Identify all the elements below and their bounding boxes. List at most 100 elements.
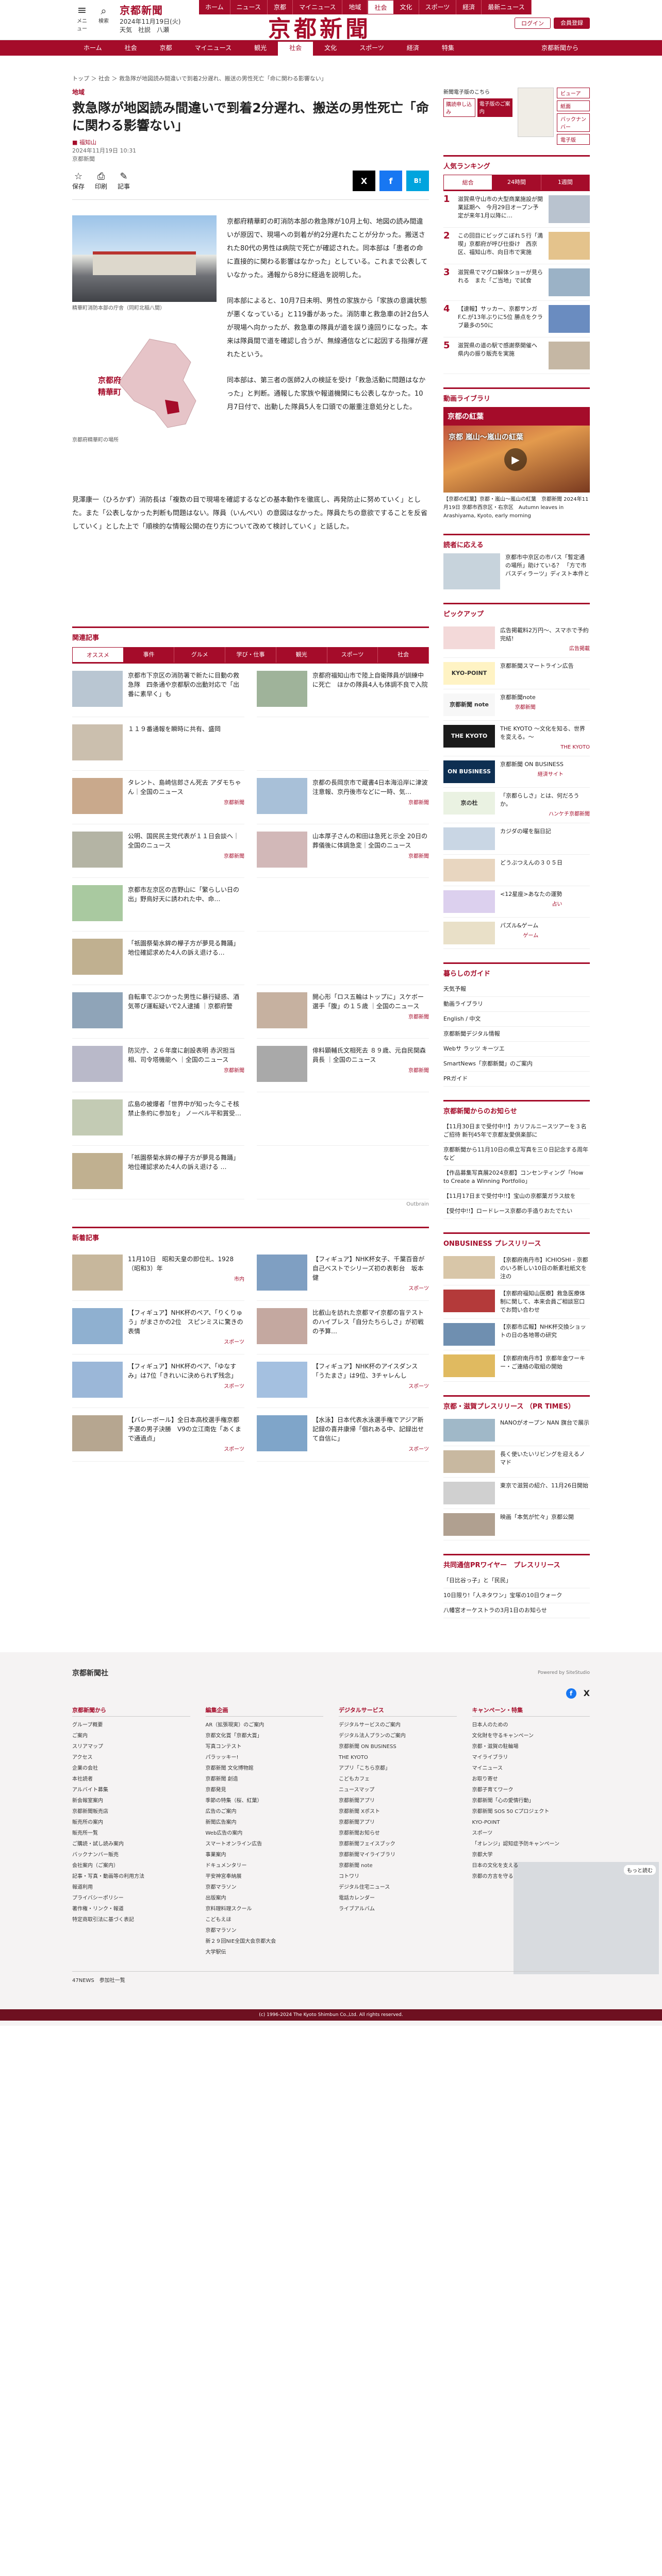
footer-link[interactable]: ライブアルバム bbox=[339, 1904, 457, 1914]
shared-news-link[interactable]: 「日比谷っ子」と「民民」 bbox=[443, 1573, 590, 1588]
footer-link[interactable]: THE KYOTO bbox=[339, 1752, 457, 1763]
video-player[interactable]: 京都 嵐山〜嵐山の紅葉 ▶ bbox=[443, 426, 590, 493]
pickup-logo[interactable]: THE KYOTO bbox=[443, 725, 495, 748]
pickup-title[interactable]: カジダの曜を脳日記 bbox=[500, 827, 551, 836]
footer-link[interactable]: 特定商取引法に基づく表記 bbox=[72, 1914, 190, 1925]
footer-link[interactable]: 販売所一覧 bbox=[72, 1828, 190, 1839]
onbiz-item-title[interactable]: 【京都府福知山医療】救急医療体制に関して、本来会員ご相談窓口でお問い合わせ bbox=[500, 1290, 590, 1314]
latest-title[interactable]: 【フィギュア】NHK杯のアイスダンス「うたまさ」は9位、3チャレんし bbox=[312, 1363, 418, 1379]
pickup-title[interactable]: 「京都らしさ」とは、何だろうか。 bbox=[500, 792, 590, 808]
latest-title[interactable]: 【フィギュア】NHK杯のペア、「りくりゅう」がまさかの2位 スピンミスに驚きの表… bbox=[128, 1309, 243, 1335]
footer-link[interactable]: 京都文化賞「京都大賞」 bbox=[206, 1731, 324, 1741]
shiga-item[interactable]: 東京で滋賀の紹介、11月26日開始 bbox=[443, 1478, 590, 1509]
footer-link[interactable]: 京都新聞 Xポスト bbox=[339, 1806, 457, 1817]
latest-thumbnail[interactable] bbox=[257, 1308, 307, 1344]
menu-button[interactable]: ≡ メニュー bbox=[75, 5, 89, 32]
pickup-logo[interactable] bbox=[443, 859, 495, 882]
footer-link[interactable]: 京料理料理スクール bbox=[206, 1904, 324, 1914]
onbiz-item-thumbnail[interactable] bbox=[443, 1256, 495, 1279]
footer-link[interactable]: 出版案内 bbox=[206, 1893, 324, 1904]
related-thumbnail[interactable] bbox=[257, 832, 307, 868]
footer-link[interactable]: Web広告の案内 bbox=[206, 1828, 324, 1839]
footer-link[interactable]: アクセス bbox=[72, 1752, 190, 1763]
related-card[interactable] bbox=[257, 1092, 429, 1146]
footer-link[interactable]: KYO-POINT bbox=[472, 1817, 590, 1828]
related-thumbnail[interactable] bbox=[72, 885, 123, 921]
latest-thumbnail[interactable] bbox=[257, 1255, 307, 1291]
top-tab[interactable]: 文化 bbox=[393, 0, 419, 14]
facebook-share-icon[interactable]: f bbox=[379, 171, 402, 191]
footer-link[interactable]: 報道利用 bbox=[72, 1882, 190, 1893]
related-title[interactable]: 京都府福知山市で陸上自衛隊員が訓練中に死亡 ほかの隊員4人も体調不良で入院 bbox=[312, 672, 428, 688]
ranking-title[interactable]: 滋賀県の道の駅で感謝祭開催へ 県内の振り販売を実施 bbox=[458, 342, 543, 369]
footer-link[interactable]: 京都新聞 note bbox=[339, 1860, 457, 1871]
pickup-item[interactable]: 京の杜 「京都らしさ」とは、何だろうか。 ハンケチ京都新聞 bbox=[443, 788, 590, 823]
related-card[interactable]: 俳料顕輔氏文相死去 ８９歳、元自民関森員長 ｜全国のニュース 京都新聞 bbox=[257, 1039, 429, 1092]
related-title[interactable]: 「祇園祭菊水鉾の欅子方が夢見る舞踊」地位確認求めた4人の訴え退ける … bbox=[128, 1154, 239, 1171]
print-button[interactable]: ⎙ 印刷 bbox=[95, 171, 107, 191]
latest-card[interactable]: 【フィギュア】NHK杯のペア、「りくりゅう」がまさかの2位 スピンミスに驚きの表… bbox=[72, 1301, 244, 1354]
latest-title[interactable]: 【フィギュア】NHK杯女子、千葉百音が自己ベストでシリーズ初の表彰台 坂本健 bbox=[312, 1256, 424, 1281]
footer-link[interactable]: パラッッキー! bbox=[206, 1752, 324, 1763]
guide-link[interactable]: English / 中文 bbox=[443, 1012, 590, 1027]
facebook-icon[interactable]: f bbox=[566, 1688, 576, 1699]
pickup-title[interactable]: <12星座>あなたの運勢 bbox=[500, 890, 562, 899]
related-thumbnail[interactable] bbox=[257, 1153, 307, 1189]
pickup-logo[interactable]: ON BUSINESS bbox=[443, 760, 495, 783]
pickup-title[interactable]: パズル&ゲーム bbox=[500, 922, 538, 930]
related-title[interactable]: 俳料顕輔氏文相死去 ８９歳、元自民関森員長 ｜全国のニュース bbox=[312, 1047, 426, 1063]
section-nav-item[interactable]: 特集 bbox=[431, 40, 466, 56]
footer-link[interactable]: こどもえほ bbox=[206, 1914, 324, 1925]
footer-link[interactable]: プライバシーポリシー bbox=[72, 1893, 190, 1904]
latest-card[interactable]: 【バレーボール】全日本高校選手権京都予選の男子決勝 V9の立江南佐「あくまで通過… bbox=[72, 1408, 244, 1462]
nav-right-link[interactable]: 京都新聞から bbox=[530, 40, 590, 56]
guide-link[interactable]: 動画ライブラリ bbox=[443, 997, 590, 1012]
hatena-share-icon[interactable]: B! bbox=[406, 171, 429, 191]
latest-title[interactable]: 比叡山を訪れた京都マイ京都の盲テストのハイブレス「自分たちらしさ」が初戦の予算… bbox=[312, 1309, 424, 1335]
shiga-item[interactable]: NANOがオープン NAN 旗台で展示 bbox=[443, 1415, 590, 1446]
shared-news-link[interactable]: 八幡宮オーケストラの3月1日のお知らせ bbox=[443, 1603, 590, 1618]
pickup-item[interactable]: <12星座>あなたの運勢 占い bbox=[443, 886, 590, 918]
subscribe-button[interactable]: 購読申し込み bbox=[443, 98, 475, 117]
latest-thumbnail[interactable] bbox=[72, 1255, 123, 1291]
footer-link[interactable]: スリアマップ bbox=[72, 1741, 190, 1752]
section-nav-item[interactable]: マイニュース bbox=[184, 40, 243, 56]
related-thumbnail[interactable] bbox=[257, 885, 307, 921]
notice-link[interactable]: 【11月17日まで受付中!!】宝山の京都葉ガラス紋を bbox=[443, 1189, 590, 1204]
related-card[interactable]: 公明、国民民主党代表が１１日会談へ｜全国のニュース 京都新聞 bbox=[72, 824, 244, 878]
related-card[interactable]: タレント、島崎信郎さん死去 アダモちゃん｜全国のニュース 京都新聞 bbox=[72, 771, 244, 824]
latest-title[interactable]: 【バレーボール】全日本高校選手権京都予選の男子決勝 V9の立江南佐「あくまで通過… bbox=[128, 1416, 241, 1442]
onbiz-item[interactable]: 【京都府南丹市】京都年金ワーキー・ご連絡の取組の開始 bbox=[443, 1350, 590, 1382]
latest-card[interactable]: 【フィギュア】NHK杯女子、千葉百音が自己ベストでシリーズ初の表彰台 坂本健 スポ… bbox=[257, 1247, 429, 1301]
footer-link[interactable]: 本社読者 bbox=[72, 1774, 190, 1785]
related-card[interactable]: 「祇園祭菊水鉾の欅子方が夢見る舞踊」地位確認求めた4人の訴え退ける … bbox=[72, 1146, 244, 1199]
pickup-title[interactable]: 広告掲載料2万円〜、スマホで予約完結! bbox=[500, 626, 590, 643]
close-ad-button[interactable]: もっと読む bbox=[624, 1865, 656, 1875]
ranking-item[interactable]: 5 滋賀県の道の駅で感謝祭開催へ 県内の振り販売を実施 bbox=[443, 337, 590, 374]
ranking-thumbnail[interactable] bbox=[549, 268, 590, 296]
footer-link[interactable]: マイニュース bbox=[472, 1763, 590, 1774]
related-title[interactable]: 開心形「ロス五輪はトップに」スケボー選手「腹」の１５歳 ｜全国のニュース bbox=[312, 993, 424, 1010]
related-card[interactable] bbox=[257, 1146, 429, 1199]
footer-link[interactable]: 京都新聞フェイスブック bbox=[339, 1839, 457, 1850]
related-thumbnail[interactable] bbox=[257, 992, 307, 1028]
paper-menu-item[interactable]: ビューア bbox=[557, 88, 590, 98]
ranking-title[interactable]: この回目にビッグこぼれ５行「満喫」京都府が呼び仕掛け 西京区、福知山市、向日市で… bbox=[458, 232, 543, 260]
related-thumbnail[interactable] bbox=[257, 1046, 307, 1082]
pickup-item[interactable]: カジダの曜を脳日記 bbox=[443, 823, 590, 855]
related-thumbnail[interactable] bbox=[72, 992, 123, 1028]
ranking-thumbnail[interactable] bbox=[549, 305, 590, 333]
related-card[interactable]: 京都市下京区の消防署で新たに目動の救急隊 四条通や京都駅の出動対応で「出番に素早… bbox=[72, 664, 244, 717]
related-tab[interactable]: 社会 bbox=[378, 647, 429, 663]
guide-link[interactable]: 天気予報 bbox=[443, 982, 590, 997]
related-thumbnail[interactable] bbox=[72, 778, 123, 814]
pickup-title[interactable]: 京都新聞note bbox=[500, 693, 536, 702]
related-title[interactable]: １１９番通報を瞬時に共有、盛岡 bbox=[128, 725, 221, 733]
related-title[interactable]: タレント、島崎信郎さん死去 アダモちゃん｜全国のニュース bbox=[128, 779, 241, 795]
site-logo[interactable]: 京都新聞 bbox=[268, 10, 371, 43]
section-nav-item[interactable]: 経済 bbox=[395, 40, 431, 56]
ranking-tab[interactable]: 1週間 bbox=[541, 175, 590, 190]
shiga-item-thumbnail[interactable] bbox=[443, 1513, 495, 1536]
network-label[interactable]: 47NEWS 参加社一覧 bbox=[72, 1971, 590, 1984]
pickup-logo[interactable]: 京都新聞 note bbox=[443, 693, 495, 716]
